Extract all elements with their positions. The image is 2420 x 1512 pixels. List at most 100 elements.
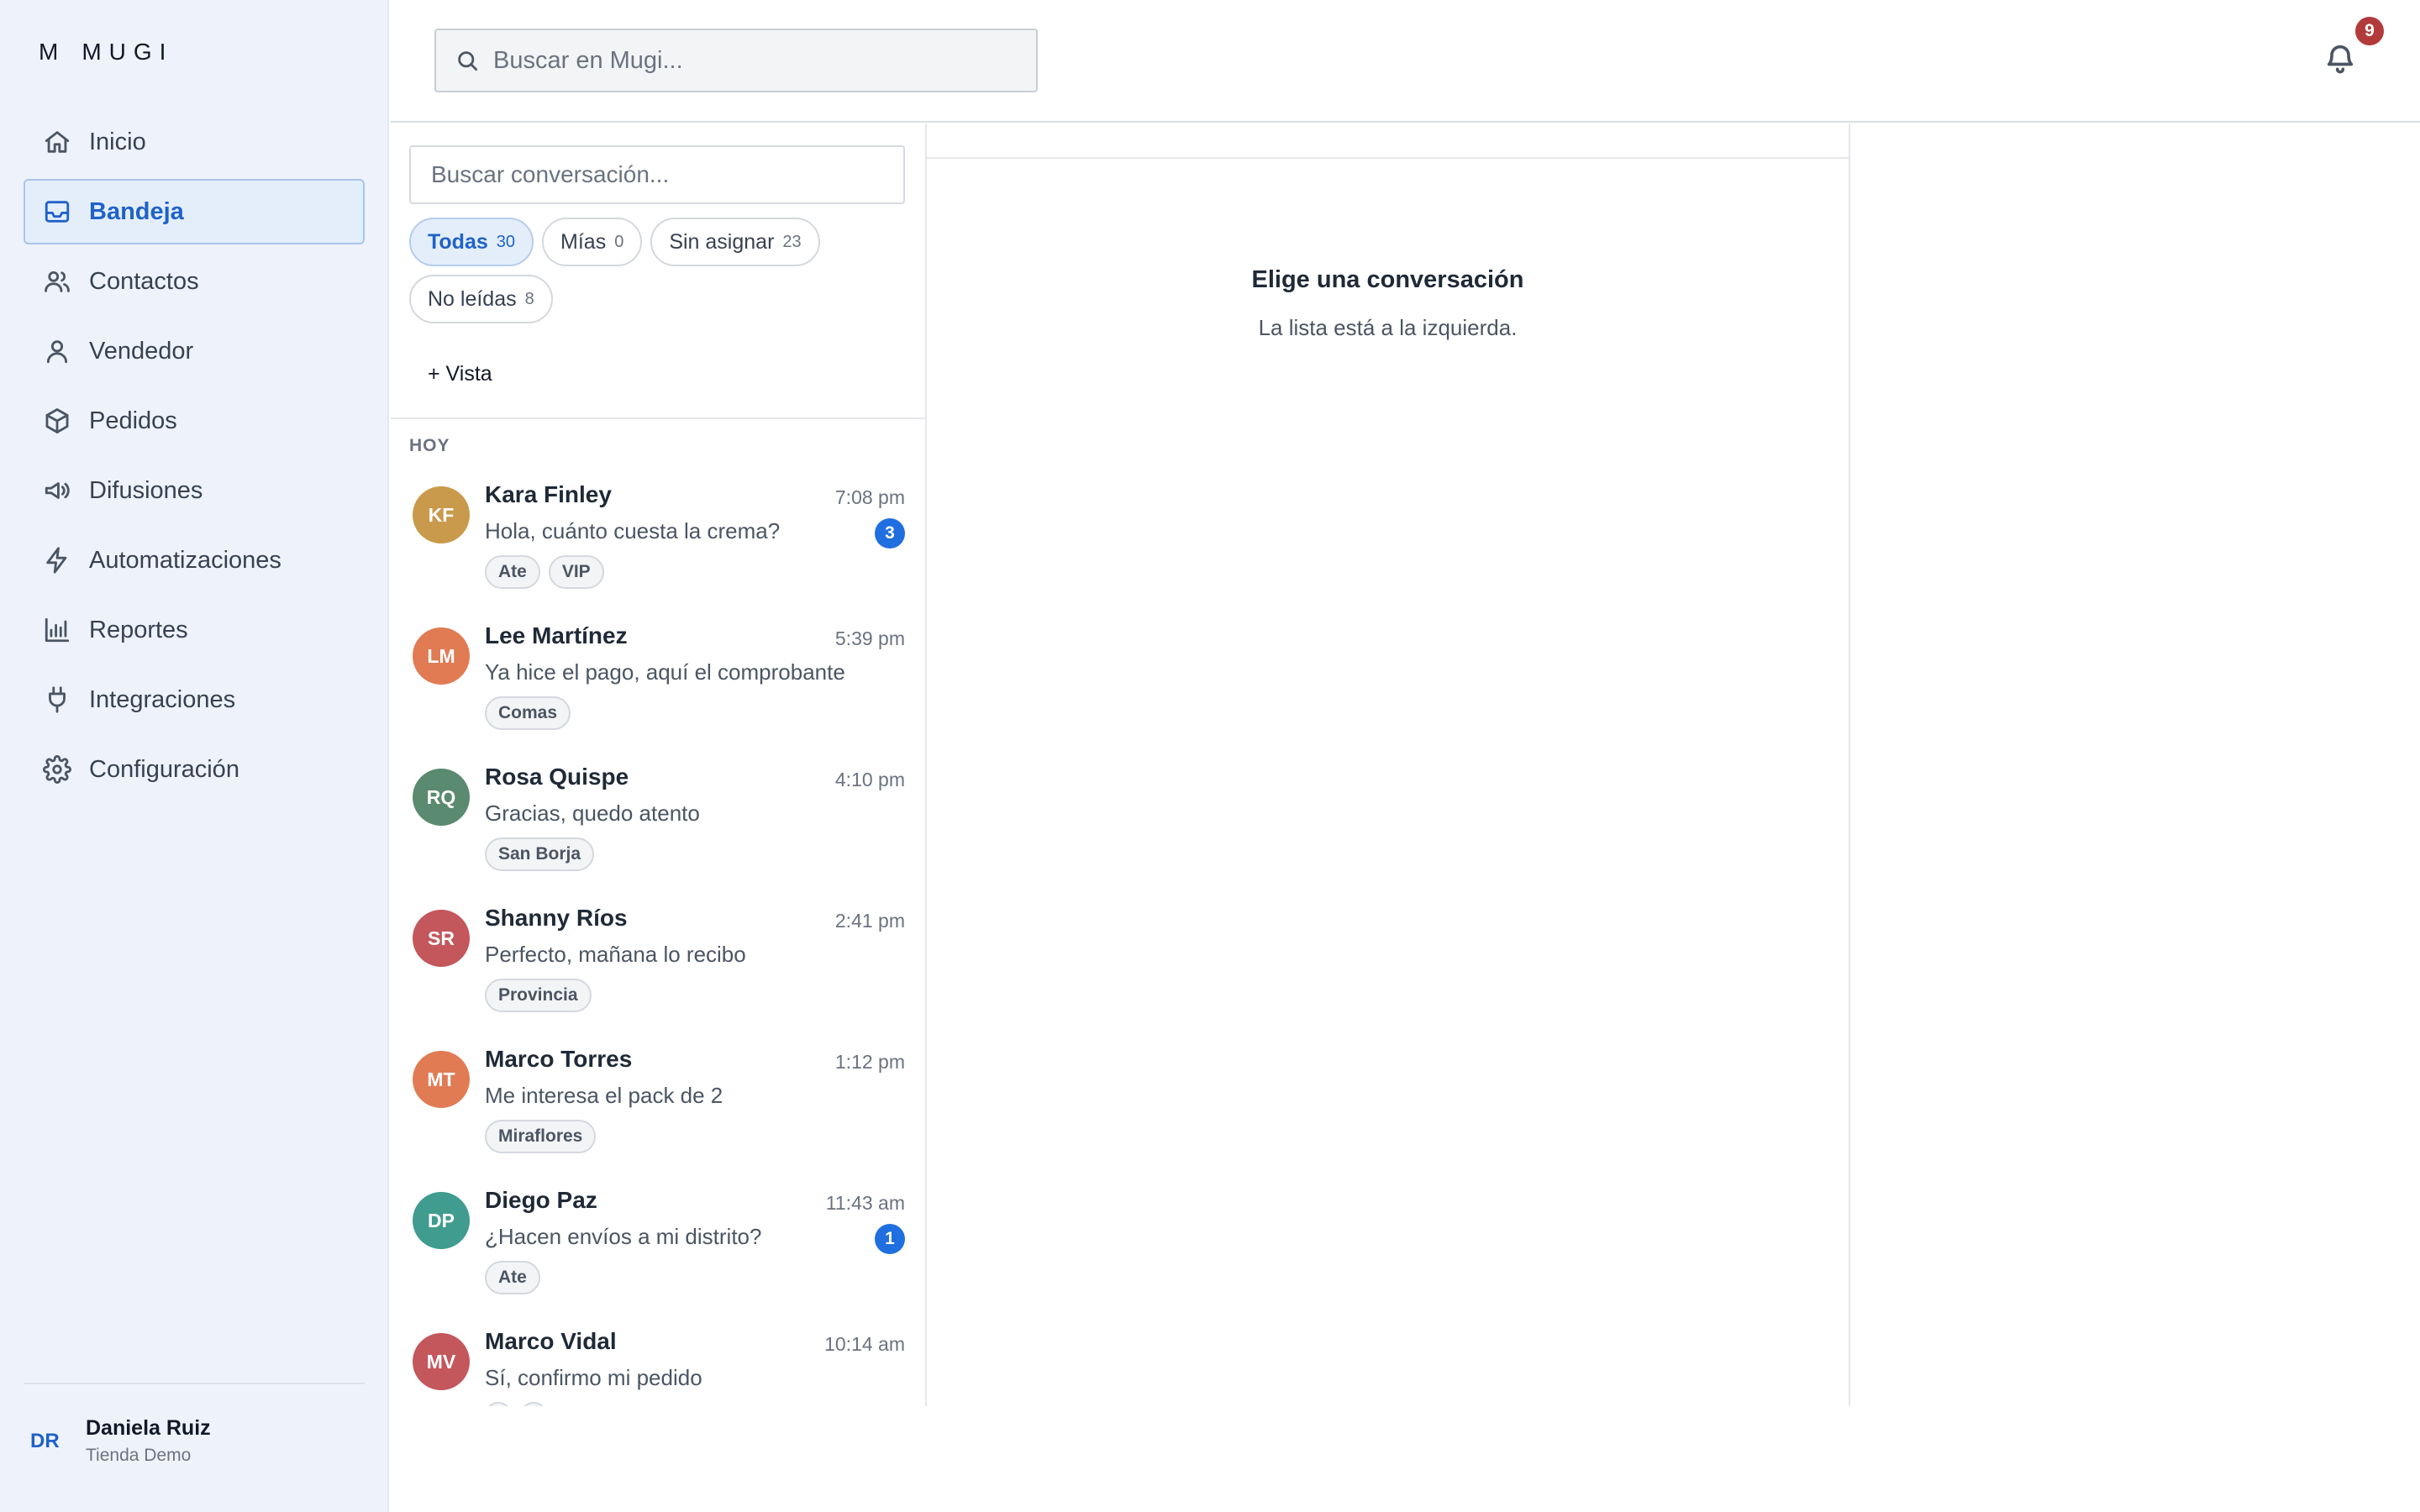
tag-list: Ate bbox=[485, 1261, 540, 1294]
sidebar-item-vendedor[interactable]: Vendedor bbox=[24, 318, 365, 384]
chip-count: 30 bbox=[496, 232, 516, 251]
conversation-item[interactable]: MT Marco Torres 1:12 pm Me interesa el pack… bbox=[391, 1032, 925, 1173]
bar-chart-icon bbox=[42, 615, 72, 645]
sidebar-item-label: Integraciones bbox=[89, 685, 236, 713]
filter-chip-no-leidas[interactable]: No leídas 8 bbox=[409, 275, 553, 323]
detail-header-divider bbox=[927, 157, 1849, 159]
conversation-item[interactable]: LM Lee Martínez 5:39 pm Ya hice el pago, aq… bbox=[391, 609, 925, 750]
sidebar: M MUGI Inicio Bandeja Contactos Vendedor… bbox=[0, 0, 389, 1512]
tag-list: Comas bbox=[485, 696, 571, 730]
tag[interactable]: Comas bbox=[485, 696, 571, 730]
conversation-item[interactable]: SR Shanny Ríos 2:41 pm Perfecto, mañana lo … bbox=[391, 891, 925, 1032]
conversation-item[interactable]: DP Diego Paz 11:43 am ¿Hacen envíos a mi di… bbox=[391, 1173, 925, 1315]
tag[interactable] bbox=[520, 1402, 547, 1406]
plug-icon bbox=[42, 685, 72, 715]
conversation-item[interactable]: RQ Rosa Quispe 4:10 pm Gracias, quedo atent… bbox=[391, 750, 925, 891]
global-search-input[interactable] bbox=[493, 46, 997, 75]
bell-icon bbox=[2327, 45, 2354, 74]
tag[interactable]: VIP bbox=[548, 555, 604, 589]
tag-list: Miraflores bbox=[485, 1120, 597, 1153]
section-label-today: HOY bbox=[409, 436, 450, 455]
tag[interactable]: Miraflores bbox=[485, 1120, 597, 1153]
conversation-item[interactable]: KF Kara Finley 7:08 pm Hola, cuánto cuesta … bbox=[391, 468, 925, 609]
tag[interactable]: San Borja bbox=[485, 837, 595, 871]
sidebar-item-automatizaciones[interactable]: Automatizaciones bbox=[24, 528, 365, 593]
sidebar-item-contactos[interactable]: Contactos bbox=[24, 249, 365, 314]
message-preview: Me interesa el pack de 2 bbox=[485, 1083, 723, 1108]
unread-badge: 3 bbox=[875, 518, 905, 549]
notifications-badge: 9 bbox=[2355, 17, 2384, 45]
tag[interactable]: Ate bbox=[485, 555, 540, 589]
conversation-panel: Todas 30 Mías 0 Sin asignar 23 No leídas… bbox=[391, 123, 927, 1406]
avatar: RQ bbox=[413, 769, 470, 826]
sidebar-item-label: Pedidos bbox=[89, 407, 177, 434]
sidebar-item-label: Bandeja bbox=[89, 197, 184, 225]
chip-count: 0 bbox=[614, 232, 624, 251]
tag[interactable] bbox=[485, 1402, 512, 1406]
sidebar-divider bbox=[24, 1383, 365, 1384]
gear-icon bbox=[42, 754, 72, 785]
sidebar-item-bandeja[interactable]: Bandeja bbox=[24, 179, 365, 244]
contact-name: Marco Torres bbox=[485, 1046, 633, 1072]
filter-chip-mias[interactable]: Mías 0 bbox=[542, 218, 643, 266]
app-logo[interactable]: M MUGI bbox=[39, 39, 173, 66]
avatar: DP bbox=[413, 1192, 470, 1249]
conversation-detail: Elige una conversación La lista está a l… bbox=[927, 123, 1850, 1406]
empty-state-subtitle: La lista está a la izquierda. bbox=[1258, 315, 1518, 340]
message-time: 5:39 pm bbox=[834, 627, 905, 649]
bolt-icon bbox=[42, 545, 72, 575]
unread-badge: 1 bbox=[875, 1224, 905, 1254]
sidebar-item-label: Automatizaciones bbox=[89, 546, 281, 574]
empty-state-title: Elige una conversación bbox=[1251, 266, 1524, 293]
chip-count: 23 bbox=[782, 232, 802, 251]
sidebar-item-configuracion[interactable]: Configuración bbox=[24, 737, 365, 802]
notifications-button[interactable] bbox=[2323, 40, 2360, 81]
tag-list: Ate VIP bbox=[485, 555, 604, 589]
store-name: Tienda Demo bbox=[86, 1446, 192, 1465]
sidebar-item-reportes[interactable]: Reportes bbox=[24, 597, 365, 663]
message-time: 2:41 pm bbox=[834, 910, 905, 932]
user-profile[interactable]: DR Daniela Ruiz Tienda Demo bbox=[30, 1416, 211, 1466]
filter-chips: Todas 30 Mías 0 Sin asignar 23 No leídas… bbox=[409, 218, 913, 323]
contact-name: Marco Vidal bbox=[485, 1328, 617, 1354]
contact-name: Rosa Quispe bbox=[485, 764, 629, 790]
sidebar-item-difusiones[interactable]: Difusiones bbox=[24, 458, 365, 523]
tag-list: San Borja bbox=[485, 837, 595, 871]
avatar: SR bbox=[413, 910, 470, 967]
chip-label: Sin asignar bbox=[669, 229, 775, 254]
message-preview: Gracias, quedo atento bbox=[485, 801, 700, 826]
sidebar-item-label: Reportes bbox=[89, 616, 188, 643]
sidebar-item-inicio[interactable]: Inicio bbox=[24, 109, 365, 175]
sidebar-item-pedidos[interactable]: Pedidos bbox=[24, 388, 365, 454]
conversation-search-input[interactable] bbox=[409, 145, 905, 204]
list-divider bbox=[391, 417, 925, 419]
sidebar-item-label: Configuración bbox=[89, 755, 239, 783]
sidebar-item-label: Contactos bbox=[89, 267, 199, 295]
sidebar-item-integraciones[interactable]: Integraciones bbox=[24, 667, 365, 732]
message-time: 10:14 am bbox=[824, 1333, 905, 1355]
add-view-button[interactable]: + Vista bbox=[428, 362, 492, 386]
avatar: MT bbox=[413, 1051, 470, 1108]
avatar: MV bbox=[413, 1333, 470, 1390]
home-icon bbox=[42, 127, 72, 157]
tag[interactable]: Provincia bbox=[485, 979, 592, 1012]
megaphone-icon bbox=[42, 475, 72, 506]
global-search[interactable] bbox=[434, 29, 1038, 92]
chip-label: No leídas bbox=[428, 286, 517, 311]
avatar: LM bbox=[413, 627, 470, 685]
conversation-item[interactable]: MV Marco Vidal 10:14 am Sí, confirmo mi ped… bbox=[391, 1315, 925, 1406]
sidebar-item-label: Inicio bbox=[89, 128, 146, 155]
sidebar-item-label: Difusiones bbox=[89, 476, 203, 504]
message-preview: ¿Hacen envíos a mi distrito? bbox=[485, 1224, 762, 1249]
filter-chip-sin-asignar[interactable]: Sin asignar 23 bbox=[650, 218, 820, 266]
logo-text: MUGI bbox=[82, 39, 174, 65]
message-time: 4:10 pm bbox=[834, 769, 905, 790]
sidebar-nav: Inicio Bandeja Contactos Vendedor Pedido… bbox=[24, 109, 365, 806]
tag[interactable]: Ate bbox=[485, 1261, 540, 1294]
filter-chip-todas[interactable]: Todas 30 bbox=[409, 218, 534, 266]
user-icon bbox=[42, 336, 72, 366]
top-bar: 9 bbox=[391, 0, 2420, 123]
avatar: DR bbox=[30, 1429, 60, 1452]
inbox-icon bbox=[42, 197, 72, 227]
chip-count: 8 bbox=[524, 289, 534, 308]
